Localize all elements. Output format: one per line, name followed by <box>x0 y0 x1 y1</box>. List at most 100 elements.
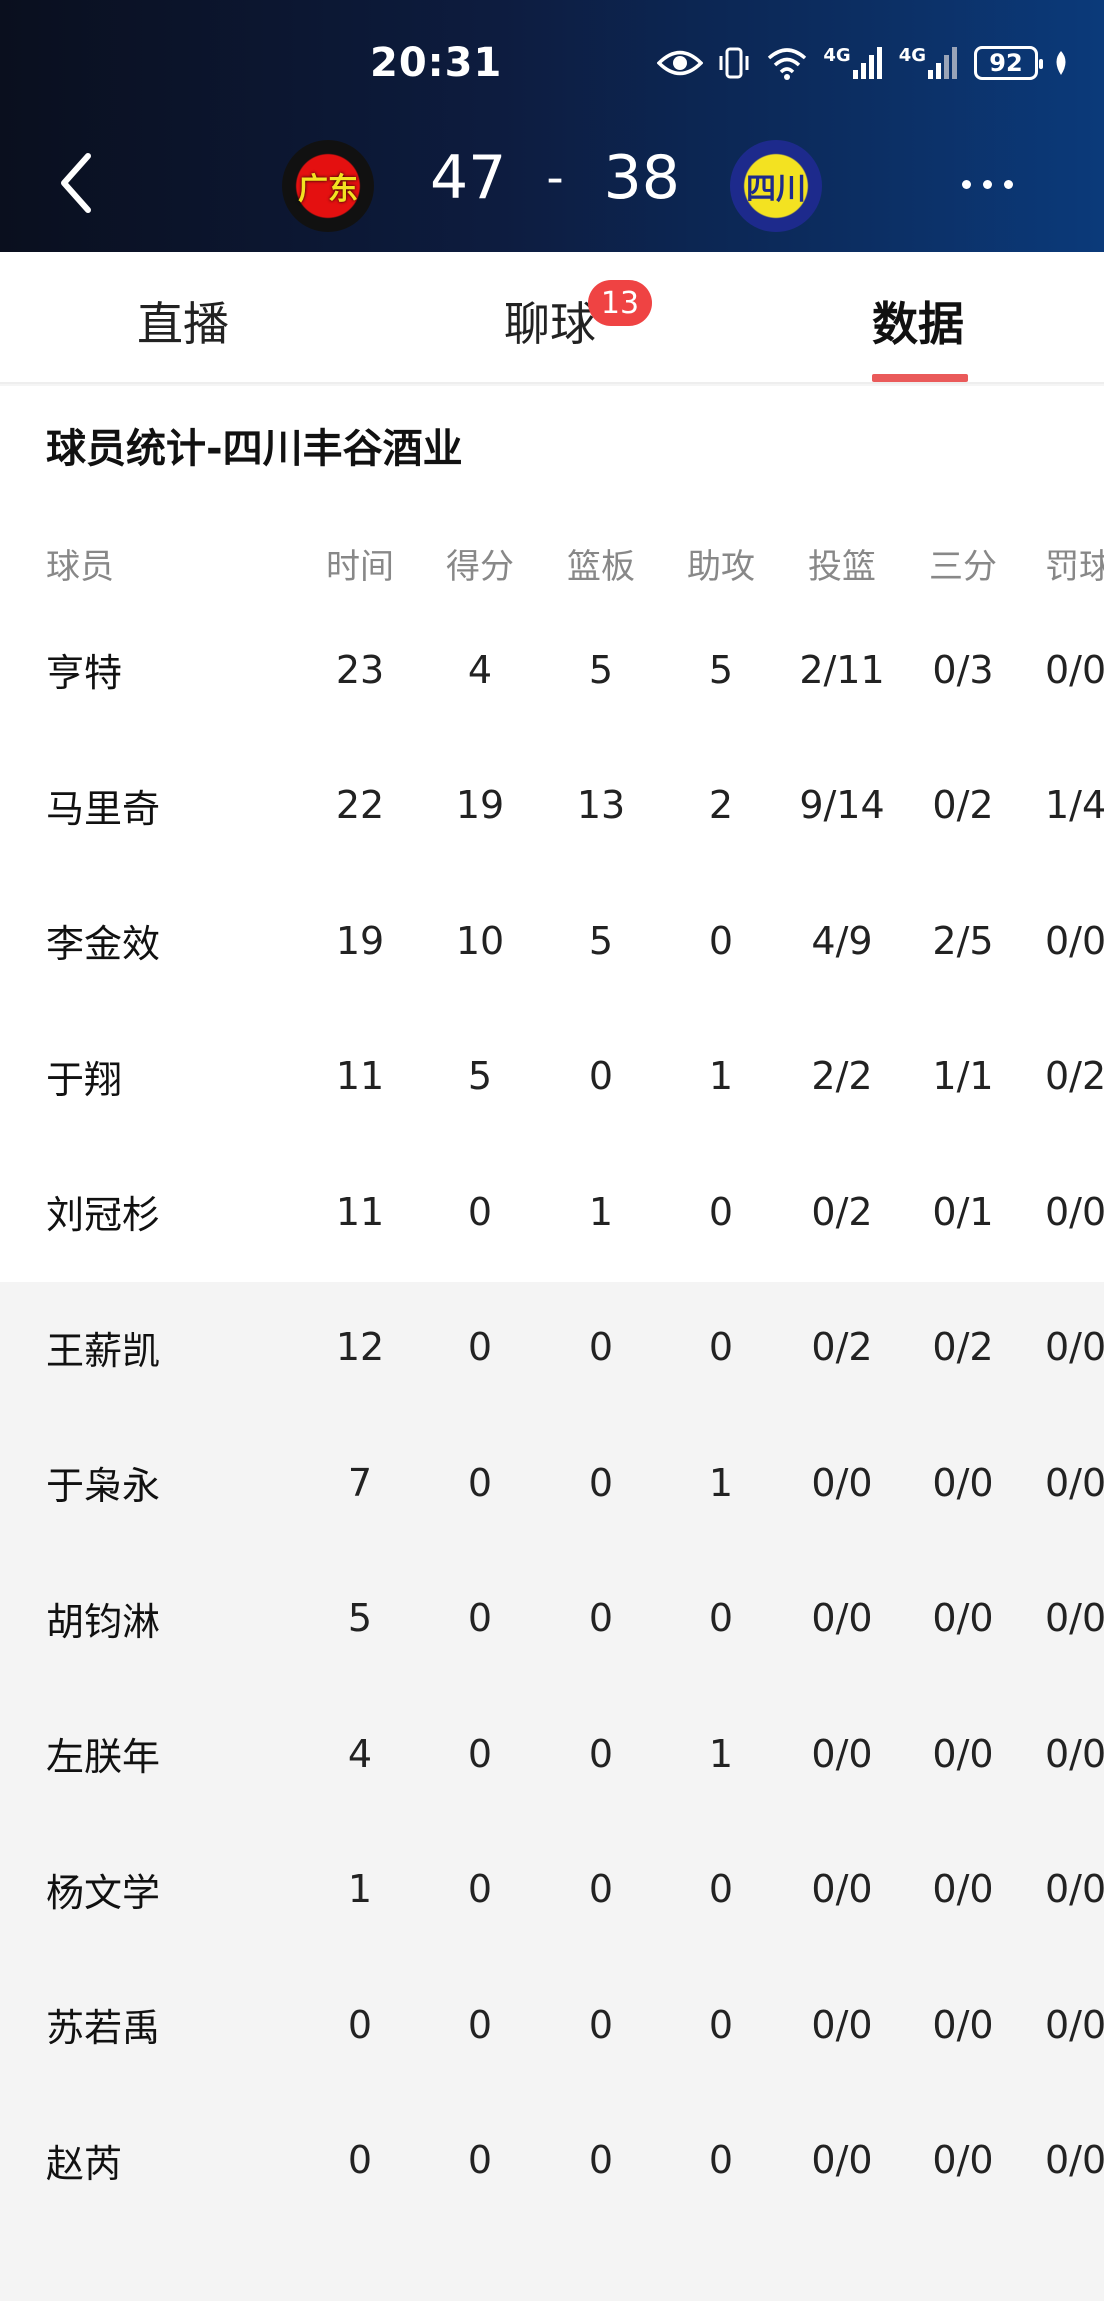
battery-icon: 92 <box>974 46 1043 80</box>
stat-cell: 2/5 <box>932 918 994 963</box>
stat-cell: 0/0 <box>932 2138 994 2182</box>
stat-cell: 0 <box>708 2002 734 2047</box>
signal-icon: 4G <box>898 44 960 80</box>
stat-cell: 0 <box>467 1325 493 1369</box>
stat-cell: 0/0 <box>811 1596 873 1640</box>
stat-cell: 1 <box>708 1054 734 1098</box>
stat-cell: 10 <box>455 918 505 963</box>
stat-cell: 1 <box>708 1460 734 1505</box>
stat-cell: 5 <box>588 647 614 692</box>
player-name: 于翔 <box>46 1057 123 1102</box>
stat-cell: 0/0 <box>1045 1596 1104 1640</box>
stat-cell: 0 <box>708 1867 734 1911</box>
score-separator: - <box>546 150 564 206</box>
stat-cell: 0 <box>588 1596 614 1640</box>
tab-live[interactable]: 直播 <box>137 288 229 354</box>
stat-cell: 2/2 <box>811 1054 873 1098</box>
stat-cell: 0 <box>588 2002 614 2047</box>
player-row[interactable]: 赵芮 0 0 0 0 0/0 0/0 0/0 <box>0 2093 1104 2228</box>
stat-cell: 0/2 <box>811 1325 873 1369</box>
player-row[interactable]: 左朕年 4 0 0 1 0/0 0/0 0/0 <box>0 1686 1104 1821</box>
player-name: 杨文学 <box>46 1870 161 1915</box>
stat-cell: 9/14 <box>799 783 885 827</box>
stat-cell: 0/0 <box>811 2002 873 2047</box>
away-team-logo[interactable]: 四川 <box>730 140 822 232</box>
stat-cell: 4 <box>347 1731 373 1776</box>
match-header: 20:31 4G 4G 92 广东 47 - 38 四川 <box>0 0 1104 252</box>
stat-cell: 19 <box>335 918 385 963</box>
player-name: 左朕年 <box>46 1735 161 1779</box>
stat-cell: 0/0 <box>932 2002 994 2047</box>
stat-cell: 0/2 <box>932 783 994 827</box>
player-name: 苏若禹 <box>46 2006 161 2050</box>
active-tab-indicator <box>872 374 968 382</box>
away-score: 38 <box>603 143 680 213</box>
tab-data[interactable]: 数据 <box>872 288 964 354</box>
network-type-label: 4G <box>898 44 926 66</box>
stat-cell: 0/0 <box>1045 2002 1104 2047</box>
player-row[interactable]: 李金效 19 10 5 0 4/9 2/5 0/0 <box>0 873 1104 1008</box>
stat-cell: 4/9 <box>811 918 873 963</box>
player-row[interactable]: 王薪凯 12 0 0 0 0/2 0/2 0/0 <box>0 1280 1104 1415</box>
stat-cell: 1 <box>588 1189 614 1234</box>
stat-cell: 19 <box>455 783 505 827</box>
stat-cell: 0 <box>588 1054 614 1098</box>
player-name: 胡钧淋 <box>46 1599 161 1644</box>
stat-cell: 0 <box>588 1325 614 1369</box>
away-team-logo-text: 四川 <box>746 172 806 207</box>
chat-count-badge: 13 <box>588 280 652 326</box>
stat-cell: 0/0 <box>811 1460 873 1505</box>
stat-cell: 0/0 <box>1045 918 1104 963</box>
stat-cell: 0 <box>708 1189 734 1234</box>
eye-icon <box>657 48 704 78</box>
stat-cell: 0 <box>588 2138 614 2182</box>
stat-cell: 0 <box>467 1460 493 1505</box>
stat-cell: 0 <box>467 1189 493 1234</box>
stat-cell: 5 <box>588 918 614 963</box>
stat-cell: 0/0 <box>1045 1867 1104 1911</box>
stat-cell: 0/0 <box>1045 647 1104 692</box>
status-time: 20:31 <box>370 40 503 86</box>
player-row[interactable]: 马里奇 22 19 13 2 9/14 0/2 1/4 <box>0 738 1104 873</box>
player-row[interactable]: 于翔 11 5 0 1 2/2 1/1 0/2 <box>0 1009 1104 1144</box>
stat-cell: 11 <box>335 1054 385 1098</box>
stat-cell: 1 <box>347 1867 373 1911</box>
stat-cell: 0/0 <box>811 2138 873 2182</box>
home-team-logo[interactable]: 广东 <box>282 140 374 232</box>
battery-level: 92 <box>989 49 1023 77</box>
stat-cell: 22 <box>335 783 385 827</box>
vibrate-icon <box>717 46 751 80</box>
stat-cell: 0 <box>708 1596 734 1640</box>
stat-cell: 0/2 <box>811 1189 873 1234</box>
stat-cell: 5 <box>708 647 734 692</box>
stat-cell: 0 <box>467 2002 493 2047</box>
stat-cell: 0 <box>347 2138 373 2182</box>
player-row[interactable]: 刘冠杉 11 0 1 0 0/2 0/1 0/0 <box>0 1144 1104 1279</box>
leaf-icon <box>1052 49 1070 77</box>
player-row[interactable]: 胡钧淋 5 0 0 0 0/0 0/0 0/0 <box>0 1551 1104 1686</box>
player-row[interactable]: 于枭永 7 0 0 1 0/0 0/0 0/0 <box>0 1415 1104 1550</box>
signal-icon: 4G <box>823 45 884 80</box>
player-name: 刘冠杉 <box>46 1193 161 1237</box>
more-options-button[interactable] <box>962 180 1013 189</box>
player-row[interactable]: 亨特 23 4 5 5 2/11 0/3 0/0 <box>0 602 1104 737</box>
stat-cell: 0 <box>467 1867 493 1911</box>
stat-cell: 11 <box>335 1189 385 1234</box>
stat-cell: 0/2 <box>932 1325 994 1369</box>
tab-chat[interactable]: 聊球 <box>504 288 596 354</box>
stat-cell: 0/0 <box>1045 1731 1104 1776</box>
stat-cell: 0/0 <box>1045 1325 1104 1369</box>
stat-cell: 1 <box>708 1731 734 1776</box>
stat-cell: 0/0 <box>932 1596 994 1640</box>
stat-cell: 13 <box>576 783 626 827</box>
back-button[interactable] <box>52 148 102 218</box>
player-row[interactable]: 杨文学 1 0 0 0 0/0 0/0 0/0 <box>0 1822 1104 1957</box>
more-dot-icon <box>983 180 992 189</box>
more-dot-icon <box>962 180 971 189</box>
player-name: 亨特 <box>46 651 123 695</box>
stat-cell: 1/4 <box>1045 783 1104 827</box>
player-row[interactable]: 苏若禹 0 0 0 0 0/0 0/0 0/0 <box>0 1957 1104 2092</box>
status-icons: 4G 4G 92 <box>657 44 1070 80</box>
stat-cell: 4 <box>467 647 493 692</box>
stat-cell: 12 <box>335 1325 385 1369</box>
